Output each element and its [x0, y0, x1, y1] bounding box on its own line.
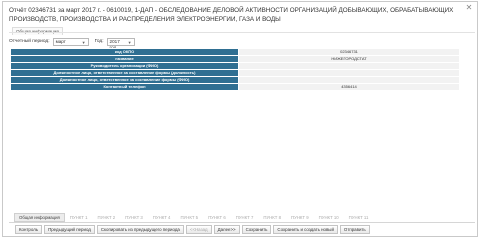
tab-item-4[interactable]: ПУНКТ 4 — [148, 213, 176, 222]
tab-item-7[interactable]: ПУНКТ 7 — [231, 213, 259, 222]
year-select[interactable]: 2017 год ▼ — [106, 37, 135, 50]
tab-item-8[interactable]: ПУНКТ 8 — [258, 213, 286, 222]
tab-item-1[interactable]: ПУНКТ 1 — [65, 213, 93, 222]
general-info-table: код ОКПО 02346731 название НИЖЕГОРОДСТАТ… — [10, 48, 460, 91]
field-label: Должностное лицо, ответственное за соста… — [10, 69, 239, 77]
table-row: название НИЖЕГОРОДСТАТ — [10, 55, 460, 63]
save-and-new-button[interactable]: Сохранить и создать новый — [273, 225, 338, 234]
table-row: Должностное лицо, ответственное за соста… — [10, 76, 460, 84]
chevron-down-icon: ▼ — [127, 39, 132, 45]
table-row: Руководитель организации (ФИО) — [10, 62, 460, 70]
period-select-value: март — [55, 38, 66, 44]
section-tab-general[interactable]: Общая информация — [12, 27, 63, 35]
table-row: Контактный телефон 4356414 — [10, 83, 460, 91]
field-label: Контактный телефон — [10, 83, 239, 91]
period-select[interactable]: март ▼ — [52, 37, 89, 46]
field-value[interactable]: 02346731 — [238, 48, 460, 56]
field-label: название — [10, 55, 239, 63]
field-value[interactable] — [238, 76, 460, 84]
field-label: Должностное лицо, ответственное за соста… — [10, 76, 239, 84]
field-value[interactable]: 4356414 — [238, 83, 460, 91]
prev-period-button[interactable]: Предыдущий период — [44, 225, 95, 234]
tab-item-9[interactable]: ПУНКТ 9 — [286, 213, 314, 222]
field-value[interactable] — [238, 69, 460, 77]
period-label: Отчетный период: — [9, 39, 50, 44]
tab-item-2[interactable]: ПУНКТ 2 — [93, 213, 121, 222]
send-button[interactable]: Отправить — [339, 225, 370, 234]
tab-item-3[interactable]: ПУНКТ 3 — [120, 213, 148, 222]
section-tabs: Общая информация ПУНКТ 1 ПУНКТ 2 ПУНКТ 3… — [14, 213, 373, 222]
action-buttons: Контроль Предыдущий период Скопировать и… — [15, 225, 370, 234]
report-title: Отчёт 02346731 за март 2017 г. - 0610019… — [9, 7, 454, 23]
next-button[interactable]: Далее>> — [213, 225, 240, 234]
field-label: Руководитель организации (ФИО) — [10, 62, 239, 70]
tabs-divider — [9, 222, 475, 223]
title-divider — [9, 32, 475, 33]
period-selector-row: Отчетный период: март ▼ Год: 2017 год ▼ — [9, 37, 135, 50]
save-button[interactable]: Сохранить — [241, 225, 272, 234]
year-label: Год: — [94, 39, 104, 44]
tab-general-info[interactable]: Общая информация — [14, 213, 65, 222]
copy-prev-period-button[interactable]: Скопировать из предыдущего периода — [96, 225, 184, 234]
close-icon[interactable]: ✕ — [465, 4, 473, 12]
tab-item-6[interactable]: ПУНКТ 6 — [203, 213, 231, 222]
report-window: ✕ Отчёт 02346731 за март 2017 г. - 06100… — [2, 1, 478, 237]
control-button[interactable]: Контроль — [15, 225, 43, 234]
back-button[interactable]: <<Назад — [185, 225, 212, 234]
tab-item-11[interactable]: ПУНКТ 11 — [344, 213, 374, 222]
tab-item-5[interactable]: ПУНКТ 5 — [175, 213, 203, 222]
chevron-down-icon: ▼ — [81, 39, 86, 45]
field-value[interactable]: НИЖЕГОРОДСТАТ — [238, 55, 460, 63]
table-row: Должностное лицо, ответственное за соста… — [10, 69, 460, 77]
tab-item-10[interactable]: ПУНКТ 10 — [314, 213, 344, 222]
field-value[interactable] — [238, 62, 460, 70]
field-label: код ОКПО — [10, 48, 239, 56]
table-row: код ОКПО 02346731 — [10, 48, 460, 56]
